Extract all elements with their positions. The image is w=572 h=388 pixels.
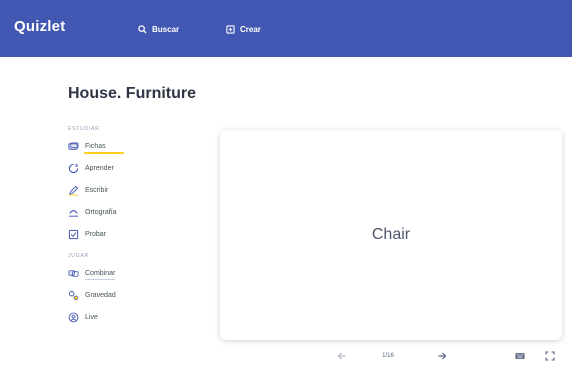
- match-icon: [68, 269, 79, 277]
- previous-card-button[interactable]: [336, 350, 348, 362]
- top-navigation-bar: Quizlet Buscar Crear: [0, 0, 572, 57]
- write-icon: [68, 185, 79, 196]
- sidebar-item-live[interactable]: Live: [68, 306, 178, 328]
- create-label: Crear: [240, 24, 261, 34]
- study-modes-sidebar: ESTUDIAR Fichas Aprender Escribir Ortogr…: [68, 126, 178, 328]
- set-title: House. Furniture: [68, 85, 197, 102]
- next-card-button[interactable]: [436, 350, 448, 362]
- arrow-right-icon: [438, 352, 447, 360]
- card-progress: 1/16: [382, 353, 394, 359]
- sidebar-item-write[interactable]: Escribir: [68, 179, 178, 201]
- learn-icon: [68, 163, 79, 173]
- create-button[interactable]: Crear: [226, 22, 261, 36]
- sidebar-item-label: Aprender: [85, 164, 114, 172]
- sidebar-item-label: Gravedad: [85, 291, 116, 299]
- sidebar-item-label: Escribir: [85, 186, 109, 194]
- sidebar-item-label: Ortografía: [85, 208, 117, 216]
- sidebar-item-gravity[interactable]: Gravedad: [68, 284, 178, 306]
- create-icon: [226, 24, 235, 34]
- sidebar-item-learn[interactable]: Aprender: [68, 157, 178, 179]
- search-label: Buscar: [152, 24, 180, 34]
- search-icon: [138, 24, 147, 34]
- play-section-title: JUGAR: [68, 253, 89, 259]
- search-button[interactable]: Buscar: [138, 22, 179, 36]
- sidebar-item-label: Combinar: [85, 269, 116, 280]
- fullscreen-icon: [545, 351, 555, 361]
- spell-icon: [68, 209, 79, 217]
- sidebar-item-flashcards[interactable]: Fichas: [68, 135, 178, 157]
- flashcard[interactable]: Chair: [220, 130, 562, 340]
- flashcard-term: Chair: [371, 226, 411, 243]
- test-icon: [68, 229, 79, 239]
- fullscreen-button[interactable]: [544, 350, 556, 362]
- sidebar-item-match[interactable]: Combinar: [68, 262, 178, 284]
- sidebar-item-test[interactable]: Probar: [68, 223, 178, 245]
- sidebar-item-label: Fichas: [84, 142, 123, 154]
- keyboard-icon: [515, 353, 525, 359]
- sidebar-item-label: Probar: [85, 230, 107, 238]
- live-icon: [68, 312, 79, 322]
- flashcard-controls: 1/16: [0, 348, 572, 364]
- cards-icon: [68, 141, 79, 150]
- sidebar-item-label: Live: [85, 313, 98, 321]
- study-section-title: ESTUDIAR: [68, 126, 100, 132]
- sidebar-item-spell[interactable]: Ortografía: [68, 201, 178, 223]
- quizlet-logo[interactable]: Quizlet: [14, 18, 65, 35]
- gravity-icon: [68, 290, 78, 300]
- arrow-left-icon: [337, 352, 346, 360]
- keyboard-shortcuts-button[interactable]: [513, 350, 527, 362]
